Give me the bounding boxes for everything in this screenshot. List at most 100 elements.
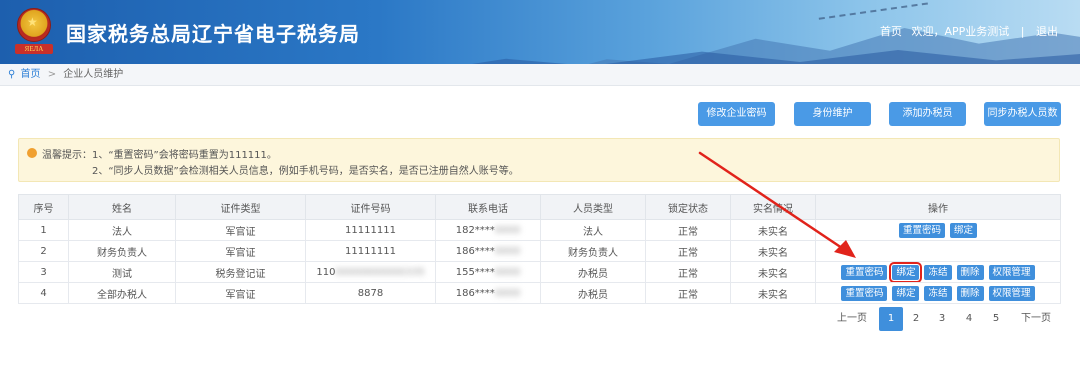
page-4-button[interactable]: 4 — [960, 307, 978, 331]
permission-manage-button[interactable]: 权限管理 — [988, 285, 1035, 301]
notice-box: 温馨提示： 1、“重置密码”会将密码重置为111111。 2、“同步人员数据”会… — [18, 138, 1060, 182]
cell-name: 法人 — [68, 219, 176, 241]
page-5-button[interactable]: 5 — [987, 307, 1005, 331]
reset-password-button[interactable]: 重置密码 — [841, 285, 888, 301]
col-header-name: 姓名 — [68, 194, 176, 220]
staff-table: 序号 姓名 证件类型 证件号码 联系电话 人员类型 锁定状态 实名情况 操作 1… — [18, 194, 1061, 304]
cell-lock-status: 正常 — [645, 219, 731, 241]
cell-id-number: 11111111 — [305, 219, 436, 241]
cell-no: 1 — [18, 219, 69, 241]
cell-ops: 重置密码 绑定 冻结 删除 权限管理 — [815, 282, 1061, 304]
cell-id-type: 税务登记证 — [175, 261, 306, 283]
breadcrumb: ⚲ 首页 > 企业人员维护 — [0, 64, 1080, 86]
phone-blurred: 0000 — [494, 245, 521, 257]
table-header-row: 序号 姓名 证件类型 证件号码 联系电话 人员类型 锁定状态 实名情况 操作 — [18, 194, 1061, 220]
reset-password-button[interactable]: 重置密码 — [841, 264, 888, 280]
col-header-id-type: 证件类型 — [175, 194, 306, 220]
cell-name: 测试 — [68, 261, 176, 283]
star-icon: ★ — [27, 15, 38, 29]
nav-home-link[interactable]: 首页 — [880, 23, 902, 39]
cell-lock-status: 正常 — [645, 261, 731, 283]
bind-button[interactable]: 绑定 — [892, 285, 920, 301]
cell-person-type: 办税员 — [540, 261, 646, 283]
cell-real-name: 未实名 — [730, 219, 816, 241]
phone-blurred: 0000 — [494, 224, 521, 236]
page-2-button[interactable]: 2 — [907, 307, 925, 331]
prev-page-button[interactable]: 上一页 — [832, 307, 872, 331]
location-pin-icon: ⚲ — [8, 69, 16, 80]
cell-id-type: 军官证 — [175, 282, 306, 304]
notice-label: 温馨提示： — [42, 150, 92, 161]
cell-id-number: 11000000000000335 — [305, 261, 436, 283]
phone-text: 186**** — [455, 245, 495, 257]
permission-manage-button[interactable]: 权限管理 — [988, 264, 1035, 280]
delete-button[interactable]: 删除 — [956, 264, 984, 280]
breadcrumb-separator: > — [47, 69, 57, 80]
reset-password-button[interactable]: 重置密码 — [898, 222, 945, 238]
cell-ops — [815, 240, 1061, 262]
cell-ops: 重置密码 绑定 — [815, 219, 1061, 241]
col-header-id-number: 证件号码 — [305, 194, 436, 220]
phone-text: 182**** — [455, 224, 495, 236]
breadcrumb-current: 企业人员维护 — [63, 69, 124, 80]
cell-id-number: 11111111 — [305, 240, 436, 262]
next-page-button[interactable]: 下一页 — [1016, 307, 1056, 331]
notice-line-1: 1、“重置密码”会将密码重置为111111。 — [92, 150, 277, 161]
site-title: 国家税务总局辽宁省电子税务局 — [66, 22, 360, 46]
phone-blurred: 0000 — [494, 287, 521, 299]
cell-name: 财务负责人 — [68, 240, 176, 262]
id-number-text: 11111111 — [345, 224, 396, 236]
freeze-button[interactable]: 冻结 — [924, 285, 952, 301]
add-tax-officer-button[interactable]: 添加办税员 — [889, 102, 966, 126]
cell-name: 全部办税人 — [68, 282, 176, 304]
cell-real-name: 未实名 — [730, 261, 816, 283]
breadcrumb-home[interactable]: 首页 — [21, 69, 41, 80]
phone-text: 186**** — [455, 287, 495, 299]
cell-lock-status: 正常 — [645, 240, 731, 262]
cell-phone: 186****0000 — [435, 282, 541, 304]
cell-no: 4 — [18, 282, 69, 304]
nav-separator: | — [1020, 25, 1025, 38]
logout-link[interactable]: 退出 — [1036, 23, 1058, 39]
cell-ops: 重置密码 绑定 冻结 删除 权限管理 — [815, 261, 1061, 283]
cell-real-name: 未实名 — [730, 282, 816, 304]
page-1-button[interactable]: 1 — [879, 307, 903, 331]
id-number-text: 8878 — [357, 287, 384, 299]
delete-button[interactable]: 删除 — [956, 285, 984, 301]
col-header-lock-status: 锁定状态 — [645, 194, 731, 220]
col-header-real-name: 实名情况 — [730, 194, 816, 220]
col-header-ops: 操作 — [815, 194, 1061, 220]
cell-phone: 182****0000 — [435, 219, 541, 241]
freeze-button[interactable]: 冻结 — [924, 264, 952, 280]
welcome-text: 欢迎，APP业务测试 — [911, 25, 1010, 38]
id-number-text: 110 — [316, 266, 336, 278]
notice-line-2: 2、“同步人员数据”会检测相关人员信息，例如手机号码，是否实名，是否已注册自然人… — [92, 166, 519, 177]
col-header-phone: 联系电话 — [435, 194, 541, 220]
top-nav: 首页 欢迎，APP业务测试 | 退出 — [880, 23, 1058, 39]
cell-phone: 155****0000 — [435, 261, 541, 283]
cell-person-type: 法人 — [540, 219, 646, 241]
phone-text: 155**** — [455, 266, 495, 278]
cell-person-type: 财务负责人 — [540, 240, 646, 262]
page-3-button[interactable]: 3 — [933, 307, 951, 331]
identity-maintain-button[interactable]: 身份维护 — [794, 102, 871, 126]
table-row: 3 测试 税务登记证 11000000000000335 155****0000… — [18, 261, 1061, 283]
site-header: ★ ЯЕЛА 国家税务总局辽宁省电子税务局 首页 欢迎，APP业务测试 | 退出 — [0, 0, 1080, 64]
table-row: 4 全部办税人 军官证 8878 186****0000 办税员 正常 未实名 … — [18, 282, 1061, 304]
cell-id-number: 8878 — [305, 282, 436, 304]
id-number-blurred: 00000000000335 — [335, 266, 425, 278]
col-header-person-type: 人员类型 — [540, 194, 646, 220]
cell-id-type: 军官证 — [175, 219, 306, 241]
cell-no: 3 — [18, 261, 69, 283]
cell-real-name: 未实名 — [730, 240, 816, 262]
tax-emblem-logo: ★ ЯЕЛА — [14, 6, 54, 56]
modify-password-button[interactable]: 修改企业密码 — [698, 102, 775, 126]
cell-phone: 186****0000 — [435, 240, 541, 262]
sync-tax-staff-button[interactable]: 同步办税人员数 — [984, 102, 1061, 126]
cell-id-type: 军官证 — [175, 240, 306, 262]
bind-button-highlighted[interactable]: 绑定 — [889, 262, 923, 282]
id-number-text: 11111111 — [345, 245, 396, 257]
bind-button[interactable]: 绑定 — [950, 222, 978, 238]
cell-person-type: 办税员 — [540, 282, 646, 304]
col-header-no: 序号 — [18, 194, 69, 220]
